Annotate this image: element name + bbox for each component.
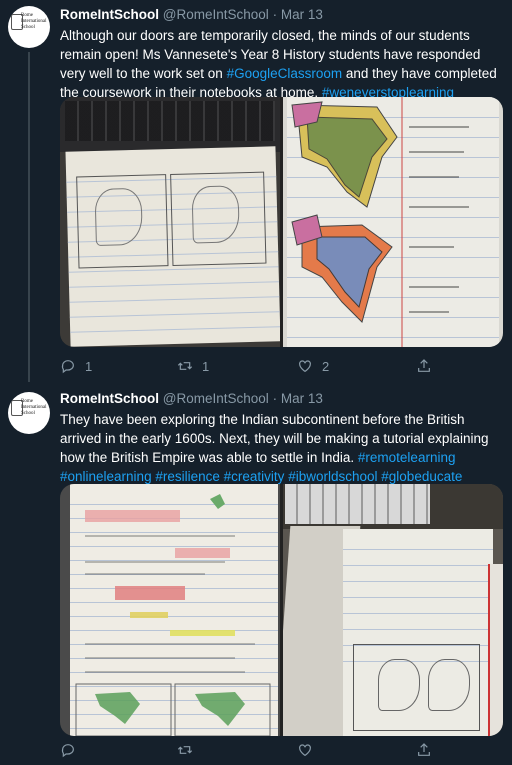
reply-icon — [61, 744, 74, 758]
share-icon — [418, 743, 430, 756]
retweet-count: 1 — [202, 358, 210, 374]
tweet-text: Although our doors are temporarily close… — [60, 26, 504, 102]
tweet-date[interactable]: Mar 13 — [281, 391, 323, 406]
retweet-button[interactable] — [177, 742, 193, 758]
header-separator: · — [272, 391, 278, 406]
like-icon — [299, 360, 311, 373]
hashtag-link[interactable]: #resilience — [155, 469, 220, 484]
avatar-logo-text: Rome International School — [21, 399, 47, 416]
thread-connector-line — [28, 52, 30, 382]
tweet-header: RomeIntSchool @RomeIntSchool · Mar 13 — [60, 390, 504, 408]
tweet-header: RomeIntSchool @RomeIntSchool · Mar 13 — [60, 6, 504, 24]
like-button[interactable] — [297, 742, 313, 758]
notes-drawings — [75, 494, 271, 736]
photo-notebook-laptop[interactable] — [60, 97, 280, 347]
like-icon — [299, 744, 311, 757]
photo-colored-maps[interactable] — [283, 97, 503, 347]
author-name[interactable]: RomeIntSchool — [60, 391, 159, 406]
share-button[interactable] — [416, 358, 432, 374]
avatar[interactable]: Rome International School — [8, 6, 50, 48]
tweet-media[interactable] — [60, 484, 503, 736]
reply-button[interactable]: 1 — [60, 358, 92, 374]
hashtag-link[interactable]: #onlinelearning — [60, 469, 152, 484]
like-count: 2 — [322, 358, 330, 374]
reply-button[interactable] — [60, 742, 76, 758]
hashtag-link[interactable]: #creativity — [224, 469, 285, 484]
tweet-actions: 1 1 2 — [60, 358, 500, 378]
author-handle[interactable]: @RomeIntSchool — [163, 391, 269, 406]
hashtag-link[interactable]: #GoogleClassroom — [227, 66, 343, 81]
tweet-2[interactable]: Rome International School RomeIntSchool … — [0, 380, 512, 765]
tweet-actions — [60, 742, 500, 762]
hashtag-link[interactable]: #ibworldschool — [288, 469, 377, 484]
avatar[interactable]: Rome International School — [8, 392, 50, 434]
hashtag-link[interactable]: #remotelearning — [358, 450, 456, 465]
share-button[interactable] — [416, 742, 432, 758]
map-drawings — [291, 97, 469, 347]
reply-icon — [61, 360, 74, 374]
retweet-button[interactable]: 1 — [177, 358, 209, 374]
header-separator: · — [272, 7, 278, 22]
avatar-logo-text: Rome International School — [21, 13, 47, 30]
retweet-icon — [177, 362, 193, 370]
retweet-icon — [177, 746, 193, 754]
tweet-date[interactable]: Mar 13 — [281, 7, 323, 22]
share-icon — [418, 359, 430, 372]
tweet-text: They have been exploring the Indian subc… — [60, 410, 504, 486]
tweet-1[interactable]: Rome International School RomeIntSchool … — [0, 0, 512, 382]
tweet-media[interactable] — [60, 97, 503, 347]
hashtag-link[interactable]: #globeducate — [381, 469, 462, 484]
reply-count: 1 — [85, 358, 93, 374]
photo-india-notes[interactable] — [60, 484, 280, 736]
author-handle[interactable]: @RomeIntSchool — [163, 7, 269, 22]
author-name[interactable]: RomeIntSchool — [60, 7, 159, 22]
photo-keyboard-notebook[interactable] — [283, 484, 503, 736]
like-button[interactable]: 2 — [297, 358, 329, 374]
